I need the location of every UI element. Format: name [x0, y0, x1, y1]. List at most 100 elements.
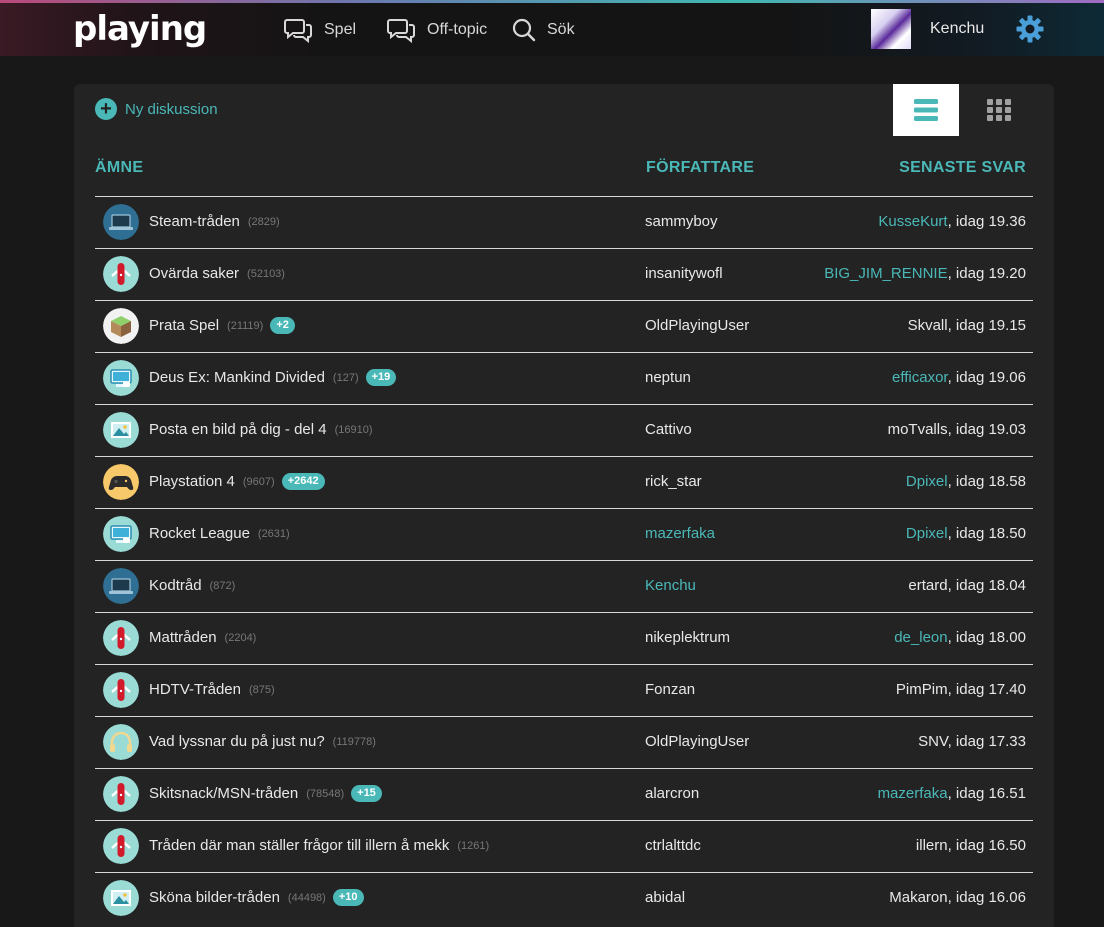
thread-title[interactable]: Posta en bild på dig - del 4 — [149, 421, 327, 438]
latest-reply-user[interactable]: moTvalls — [888, 421, 948, 438]
thread-title[interactable]: Tråden där man ställer frågor till iller… — [149, 837, 449, 854]
thread-title[interactable]: Skitsnack/MSN-tråden — [149, 785, 298, 802]
latest-reply: illern, idag 16.50 — [916, 837, 1026, 854]
headphones-icon — [103, 724, 139, 760]
thread-title[interactable]: Ovärda saker — [149, 265, 239, 282]
thread-author[interactable]: Fonzan — [645, 681, 695, 698]
thread-title[interactable]: Mattråden — [149, 629, 217, 646]
column-header-latest[interactable]: SENASTE SVAR — [899, 159, 1026, 177]
latest-reply-time: , idag 19.20 — [947, 265, 1026, 282]
table-row[interactable]: Posta en bild på dig - del 4 (16910) Catti… — [95, 404, 1033, 456]
latest-reply-time: , idag 18.50 — [947, 525, 1026, 542]
table-row[interactable]: Mattråden (2204) nikeplektrum de_leon, idag… — [95, 612, 1033, 664]
thread-author[interactable]: neptun — [645, 369, 691, 386]
table-row[interactable]: Kodtråd (872) Kenchu ertard, idag 18.04 — [95, 560, 1033, 612]
table-row[interactable]: Tråden där man ställer frågor till iller… — [95, 820, 1033, 872]
knife-icon — [103, 256, 139, 292]
nav-search[interactable]: Sök — [511, 16, 575, 44]
nav-spel[interactable]: Spel — [284, 16, 356, 44]
latest-reply-user[interactable]: Dpixel — [906, 473, 948, 490]
top-bar: playing Spel Off-topic Sök Kenchu — [0, 0, 1104, 56]
reply-count: (44498) — [287, 891, 326, 904]
thread-list: Steam-tråden (2829) sammyboy KusseKurt, ida… — [95, 196, 1033, 924]
latest-reply-user[interactable]: de_leon — [894, 629, 947, 646]
new-discussion-button[interactable]: + Ny diskussion — [95, 98, 218, 120]
latest-reply-user[interactable]: BIG_JIM_RENNIE — [824, 265, 947, 282]
new-posts-badge[interactable]: +2 — [270, 317, 295, 334]
thread-title[interactable]: Playstation 4 — [149, 473, 235, 490]
thread-author[interactable]: ctrlalttdc — [645, 837, 701, 854]
latest-reply-user[interactable]: Skvall — [908, 317, 948, 334]
list-view-button[interactable] — [893, 84, 959, 136]
thread-author[interactable]: insanitywofl — [645, 265, 723, 282]
latest-reply-time: , idag 19.03 — [947, 421, 1026, 438]
new-posts-badge[interactable]: +15 — [351, 785, 382, 802]
table-row[interactable]: Sköna bilder-tråden (44498) +10 abidal Makar… — [95, 872, 1033, 924]
latest-reply-user[interactable]: PimPim — [896, 681, 948, 698]
latest-reply-user[interactable]: KusseKurt — [878, 213, 947, 230]
latest-reply-user[interactable]: Makaron — [889, 889, 947, 906]
site-logo[interactable]: playing — [73, 10, 207, 48]
grid-view-button[interactable] — [959, 84, 1039, 136]
table-row[interactable]: Steam-tråden (2829) sammyboy KusseKurt, ida… — [95, 196, 1033, 248]
thread-author[interactable]: rick_star — [645, 473, 702, 490]
nav-spel-label: Spel — [324, 21, 357, 38]
thread-author[interactable]: OldPlayingUser — [645, 733, 749, 750]
table-row[interactable]: Playstation 4 (9607) +2642 rick_star Dpixel,… — [95, 456, 1033, 508]
thread-author[interactable]: alarcron — [645, 785, 699, 802]
latest-reply-user[interactable]: ertard — [908, 577, 947, 594]
avatar[interactable] — [871, 9, 911, 49]
reply-count: (872) — [209, 579, 236, 592]
latest-reply: ertard, idag 18.04 — [908, 577, 1026, 594]
thread-title[interactable]: Vad lyssnar du på just nu? — [149, 733, 325, 750]
plus-icon: + — [95, 98, 117, 120]
thread-title-cell: Skitsnack/MSN-tråden (78548) +15 — [149, 785, 382, 802]
table-row[interactable]: Prata Spel (21119) +2 OldPlayingUser Skvall,… — [95, 300, 1033, 352]
table-row[interactable]: Rocket League (2631) mazerfaka Dpixel, idag… — [95, 508, 1033, 560]
settings-button[interactable] — [1015, 14, 1045, 49]
latest-reply-user[interactable]: efficaxor — [892, 369, 948, 386]
table-row[interactable]: Vad lyssnar du på just nu? (119778) OldPla… — [95, 716, 1033, 768]
latest-reply-user[interactable]: illern — [916, 837, 948, 854]
thread-title[interactable]: Sköna bilder-tråden — [149, 889, 280, 906]
thread-title[interactable]: Kodtråd — [149, 577, 202, 594]
column-header-topic[interactable]: ÄMNE — [95, 159, 143, 177]
thread-title[interactable]: Prata Spel — [149, 317, 219, 334]
thread-title-cell: Sköna bilder-tråden (44498) +10 — [149, 889, 364, 906]
discussion-panel: + Ny diskussion ÄMNE FÖRFATTARE SENASTE … — [74, 84, 1054, 927]
table-row[interactable]: Skitsnack/MSN-tråden (78548) +15 alarcron ma… — [95, 768, 1033, 820]
thread-author[interactable]: sammyboy — [645, 213, 718, 230]
new-posts-badge[interactable]: +10 — [332, 889, 364, 906]
knife-icon — [103, 620, 139, 656]
latest-reply-user[interactable]: SNV — [918, 733, 947, 750]
thread-title-cell: Vad lyssnar du på just nu? (119778) — [149, 733, 376, 750]
column-header-author[interactable]: FÖRFATTARE — [646, 159, 754, 177]
thread-title[interactable]: Deus Ex: Mankind Divided — [149, 369, 325, 386]
latest-reply-user[interactable]: mazerfaka — [878, 785, 948, 802]
thread-title-cell: Posta en bild på dig - del 4 (16910) — [149, 421, 373, 438]
thread-author[interactable]: nikeplektrum — [645, 629, 730, 646]
thread-author[interactable]: mazerfaka — [645, 525, 715, 542]
table-row[interactable]: Deus Ex: Mankind Divided (127) +19 neptun ef… — [95, 352, 1033, 404]
thread-author[interactable]: Cattivo — [645, 421, 692, 438]
search-icon — [512, 18, 536, 42]
new-posts-badge[interactable]: +19 — [365, 369, 397, 386]
thread-title[interactable]: Rocket League — [149, 525, 250, 542]
image-icon — [103, 412, 139, 448]
thread-author[interactable]: abidal — [645, 889, 685, 906]
thread-title-cell: Mattråden (2204) — [149, 629, 256, 646]
table-row[interactable]: Ovärda saker (52103) insanitywofl BIG_JIM_R… — [95, 248, 1033, 300]
thread-title[interactable]: HDTV-Tråden — [149, 681, 241, 698]
new-posts-badge[interactable]: +2642 — [281, 473, 325, 490]
username[interactable]: Kenchu — [930, 20, 984, 38]
nav-off-topic[interactable]: Off-topic — [387, 16, 487, 44]
thread-author[interactable]: Kenchu — [645, 577, 696, 594]
latest-reply-time: , idag 17.33 — [947, 733, 1026, 750]
reply-count: (875) — [248, 683, 275, 696]
thread-title[interactable]: Steam-tråden — [149, 213, 240, 230]
table-row[interactable]: HDTV-Tråden (875) Fonzan PimPim, idag 17.40 — [95, 664, 1033, 716]
reply-count: (16910) — [334, 423, 373, 436]
thread-author[interactable]: OldPlayingUser — [645, 317, 749, 334]
latest-reply-user[interactable]: Dpixel — [906, 525, 948, 542]
latest-reply: mazerfaka, idag 16.51 — [878, 785, 1026, 802]
